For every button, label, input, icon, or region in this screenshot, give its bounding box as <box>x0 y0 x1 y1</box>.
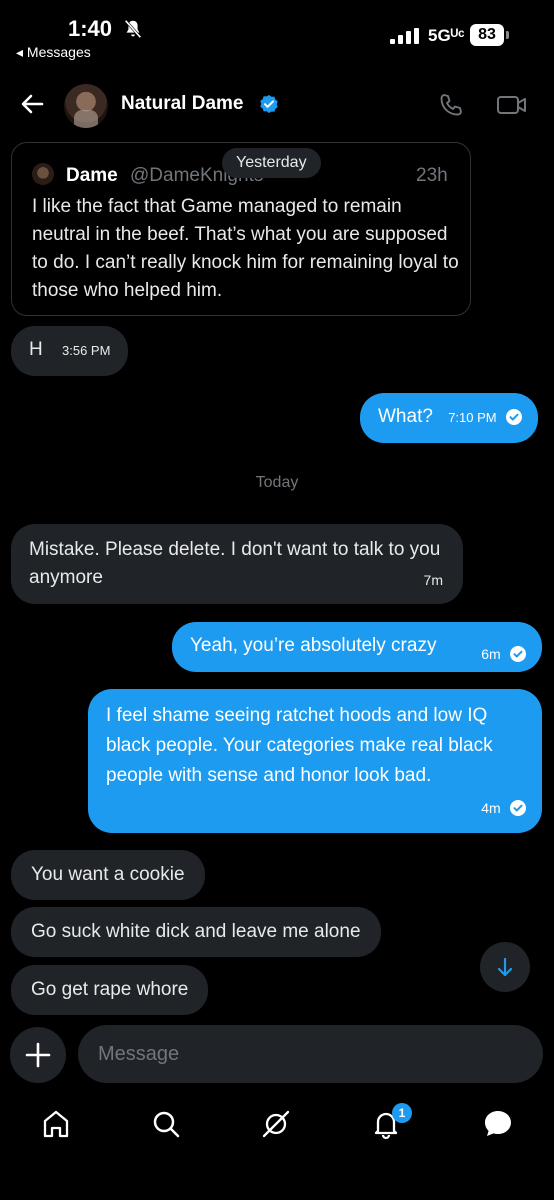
message-bubble-incoming[interactable]: You want a cookie <box>11 850 205 900</box>
scroll-to-bottom-button[interactable] <box>480 942 530 992</box>
plus-icon <box>25 1042 51 1068</box>
message-text: You want a cookie <box>31 864 185 885</box>
message-text: Yeah, you’re absolutely crazy <box>190 635 437 656</box>
back-to-app-link[interactable]: ◂ Messages <box>16 44 91 61</box>
cellular-signal-icon <box>390 28 419 44</box>
battery-indicator: 83 <box>470 24 504 46</box>
network-type: 5Gᵁᶜ <box>428 26 465 45</box>
message-text: H <box>29 339 43 360</box>
grok-icon[interactable] <box>258 1106 294 1142</box>
message-time: 7m <box>423 572 443 588</box>
notification-count-badge: 1 <box>392 1103 412 1123</box>
read-receipt-icon <box>510 800 526 816</box>
read-receipt-icon <box>505 409 522 425</box>
phone-call-icon[interactable] <box>438 92 464 118</box>
day-label-yesterday: Yesterday <box>222 148 321 178</box>
message-bubble-outgoing[interactable]: What? 7:10 PM <box>360 393 538 443</box>
message-bubble-outgoing[interactable]: Yeah, you’re absolutely crazy 6m <box>172 622 542 672</box>
message-text: Mistake. Please delete. I don't want to … <box>29 539 441 588</box>
search-icon[interactable] <box>148 1106 184 1142</box>
video-call-icon[interactable] <box>496 93 528 117</box>
message-bubble-outgoing[interactable]: I feel shame seeing ratchet hoods and lo… <box>88 689 542 833</box>
message-bubble-incoming[interactable]: Go get rape whore <box>11 965 209 1015</box>
message-bubble-incoming[interactable]: H 3:56 PM <box>11 326 129 376</box>
status-time: 1:40 <box>68 16 113 41</box>
add-media-button[interactable] <box>10 1027 66 1083</box>
quoted-author-name: Dame <box>66 165 118 186</box>
read-receipt-icon <box>510 646 526 662</box>
day-label-today: Today <box>255 474 299 491</box>
message-bubble-incoming[interactable]: Mistake. Please delete. I don't want to … <box>11 524 463 604</box>
message-text: Go get rape whore <box>31 979 189 1000</box>
message-time: 4m <box>481 800 501 816</box>
message-time: 3:56 PM <box>62 343 111 358</box>
message-bubble-incoming[interactable]: Go suck white dick and leave me alone <box>11 907 381 957</box>
contact-name[interactable]: Natural Dame <box>121 93 244 115</box>
quoted-post-time: 23h <box>416 165 448 186</box>
quoted-author-avatar <box>32 163 54 185</box>
home-icon[interactable] <box>38 1106 74 1142</box>
message-text: I feel shame seeing ratchet hoods and lo… <box>106 705 493 786</box>
contact-avatar[interactable] <box>64 84 108 128</box>
battery-tip <box>506 31 509 39</box>
arrow-down-icon <box>497 957 513 977</box>
message-text: What? <box>378 406 433 427</box>
message-time: 6m <box>481 646 501 662</box>
messages-icon[interactable] <box>480 1106 516 1142</box>
bell-muted-icon <box>124 19 142 39</box>
back-arrow-icon[interactable] <box>18 90 46 118</box>
verified-badge-icon <box>260 95 278 113</box>
message-input[interactable] <box>78 1025 543 1083</box>
message-time: 7:10 PM <box>448 410 497 425</box>
message-text: Go suck white dick and leave me alone <box>31 921 361 942</box>
quoted-post-text: I like the fact that Game managed to rem… <box>32 196 459 301</box>
